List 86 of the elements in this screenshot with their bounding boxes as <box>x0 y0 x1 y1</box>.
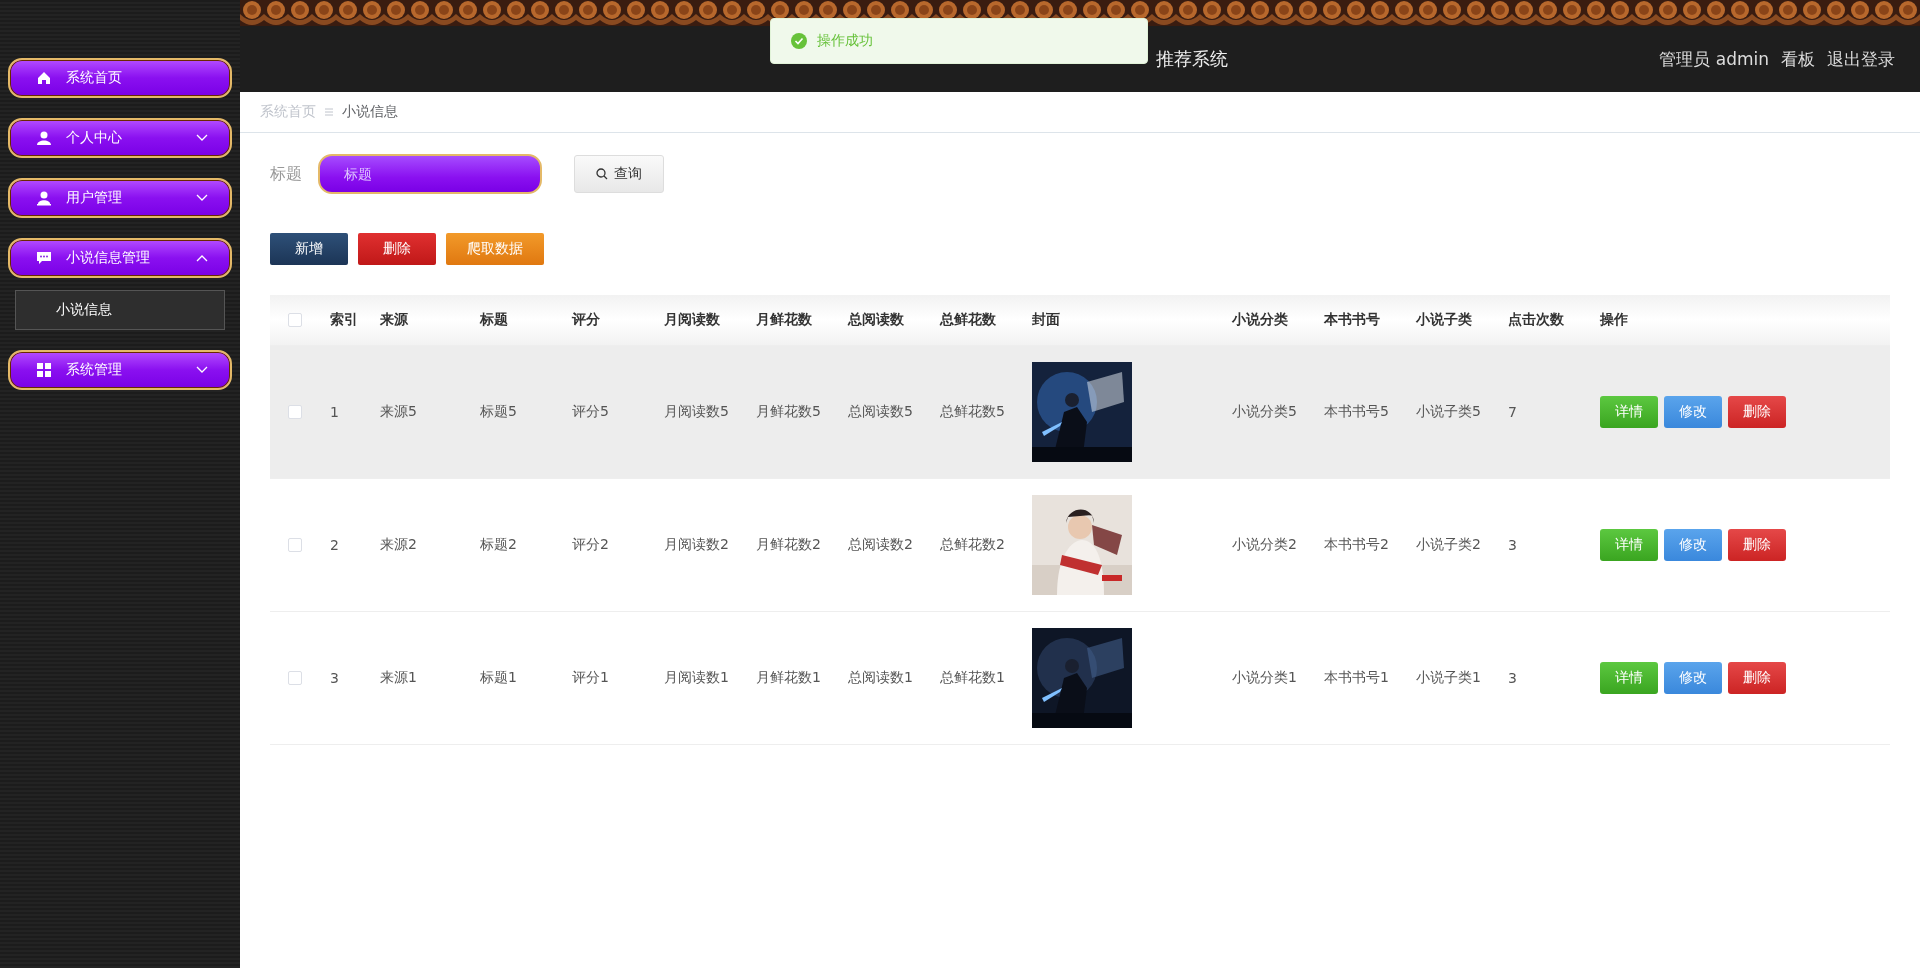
search-field[interactable]: 标题 <box>318 154 542 194</box>
column-header: 月鲜花数 <box>756 311 813 329</box>
header-link[interactable]: 退出登录 <box>1827 47 1895 71</box>
table-cell-text: 月阅读数2 <box>664 536 730 554</box>
separator-icon <box>324 107 334 117</box>
edit-button[interactable]: 修改 <box>1664 529 1722 561</box>
table-cell-text: 1 <box>330 404 340 420</box>
table-cell-text: 总鲜花数1 <box>940 669 1006 687</box>
column-header: 小说子类 <box>1416 311 1473 329</box>
user-label: 管理员 admin <box>1659 47 1769 71</box>
table-cell-text: 月阅读数1 <box>664 669 730 687</box>
table-cell-text: 总阅读数1 <box>848 669 914 687</box>
menu-item[interactable]: 小说信息管理 <box>8 238 232 278</box>
column-header: 本书书号 <box>1324 311 1381 329</box>
crawl-button[interactable]: 爬取数据 <box>446 233 544 265</box>
submenu-item[interactable]: 小说信息 <box>15 290 225 330</box>
column-header: 小说分类 <box>1232 311 1289 329</box>
table-cell-text: 月鲜花数5 <box>756 403 822 421</box>
table-cell-text: 评分2 <box>572 536 610 554</box>
checkbox[interactable] <box>288 538 302 552</box>
search-icon <box>596 168 608 180</box>
table-cell-text: 来源2 <box>380 536 418 554</box>
menu-item[interactable]: 系统管理 <box>8 350 232 390</box>
table-cell-text: 3 <box>330 670 340 686</box>
column-header: 来源 <box>380 311 409 329</box>
chat-icon <box>36 250 52 266</box>
edit-button[interactable]: 修改 <box>1664 396 1722 428</box>
home-icon <box>36 70 52 86</box>
app-title: 推荐系统 <box>1156 47 1229 71</box>
delete-button[interactable]: 删除 <box>358 233 436 265</box>
header-link[interactable]: 看板 <box>1781 47 1815 71</box>
search-button[interactable]: 查询 <box>574 155 664 193</box>
column-header: 总鲜花数 <box>940 311 997 329</box>
add-button[interactable]: 新增 <box>270 233 348 265</box>
table-cell-text: 评分1 <box>572 669 610 687</box>
column-header: 点击次数 <box>1508 311 1565 329</box>
table-cell-text: 2 <box>330 537 340 553</box>
table-cell-text: 小说子类1 <box>1416 669 1482 687</box>
column-header: 月阅读数 <box>664 311 721 329</box>
edit-button[interactable]: 修改 <box>1664 662 1722 694</box>
table-cell-text: 月鲜花数1 <box>756 669 822 687</box>
delete-button[interactable]: 删除 <box>1728 529 1786 561</box>
table-cell-text: 小说分类1 <box>1232 669 1298 687</box>
table-cell-text: 小说子类5 <box>1416 403 1482 421</box>
table-cell-text: 小说分类5 <box>1232 403 1298 421</box>
column-header: 索引 <box>330 311 359 329</box>
table-cell-text: 小说分类2 <box>1232 536 1298 554</box>
checkbox[interactable] <box>288 671 302 685</box>
column-header: 评分 <box>572 311 601 329</box>
menu-item[interactable]: 系统首页 <box>8 58 232 98</box>
column-header: 操作 <box>1600 311 1629 329</box>
checkbox[interactable] <box>288 313 302 327</box>
table-cell-text: 来源1 <box>380 669 418 687</box>
table-cell-text: 月阅读数5 <box>664 403 730 421</box>
delete-button[interactable]: 删除 <box>1728 662 1786 694</box>
breadcrumb-item: 小说信息 <box>342 103 398 121</box>
delete-button[interactable]: 删除 <box>1728 396 1786 428</box>
grid-icon <box>36 362 52 378</box>
table-cell-text: 总鲜花数2 <box>940 536 1006 554</box>
table-cell-text: 本书书号2 <box>1324 536 1390 554</box>
table-cell-text: 小说子类2 <box>1416 536 1482 554</box>
column-header: 标题 <box>480 311 509 329</box>
column-header: 总阅读数 <box>848 311 905 329</box>
table-cell-text: 3 <box>1508 537 1518 553</box>
check-circle-icon <box>791 33 807 49</box>
field-label: 标题 <box>270 163 302 185</box>
user-icon <box>36 190 52 206</box>
menu-item[interactable]: 个人中心 <box>8 118 232 158</box>
person-icon <box>36 130 52 146</box>
table-cell-text: 本书书号1 <box>1324 669 1390 687</box>
table-cell-text: 本书书号5 <box>1324 403 1390 421</box>
table-cell-text: 标题1 <box>480 669 518 687</box>
table-cell-text: 月鲜花数2 <box>756 536 822 554</box>
table-cell-text: 总阅读数5 <box>848 403 914 421</box>
checkbox[interactable] <box>288 405 302 419</box>
table-cell-text: 总鲜花数5 <box>940 403 1006 421</box>
table-cell-text: 总阅读数2 <box>848 536 914 554</box>
table-cell-text: 标题2 <box>480 536 518 554</box>
table-cell-text: 评分5 <box>572 403 610 421</box>
column-header: 封面 <box>1032 311 1061 329</box>
menu-item[interactable]: 用户管理 <box>8 178 232 218</box>
toast-message: 操作成功 <box>817 32 873 50</box>
table-cell-text: 来源5 <box>380 403 418 421</box>
table-cell-text: 7 <box>1508 404 1518 420</box>
table-cell-text: 3 <box>1508 670 1518 686</box>
table-cell-text: 标题5 <box>480 403 518 421</box>
